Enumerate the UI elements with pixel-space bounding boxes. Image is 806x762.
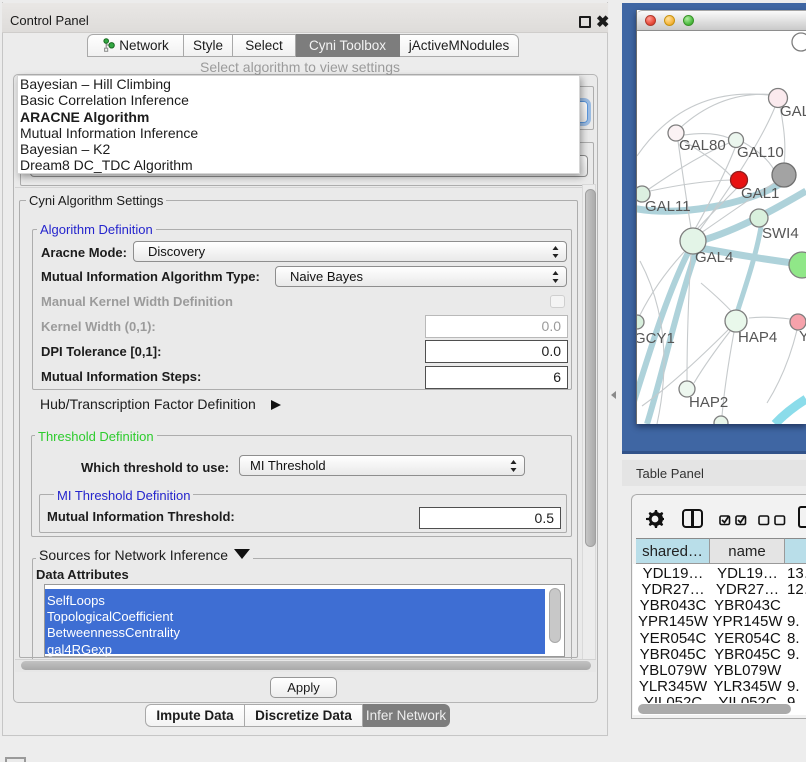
svg-text:GAL80: GAL80 — [679, 137, 726, 154]
svg-text:HAP2: HAP2 — [689, 394, 728, 411]
svg-text:GCY1: GCY1 — [637, 330, 675, 347]
svg-text:HAP4: HAP4 — [738, 329, 777, 346]
svg-text:GAL11: GAL11 — [645, 198, 691, 215]
svg-text:GAL4: GAL4 — [695, 249, 733, 266]
svg-text:SWI4: SWI4 — [762, 225, 799, 242]
svg-text:GAL: GAL — [780, 103, 806, 120]
svg-text:GAL1: GAL1 — [741, 185, 779, 202]
svg-text:Y: Y — [799, 328, 806, 345]
svg-text:GAL10: GAL10 — [737, 144, 784, 161]
